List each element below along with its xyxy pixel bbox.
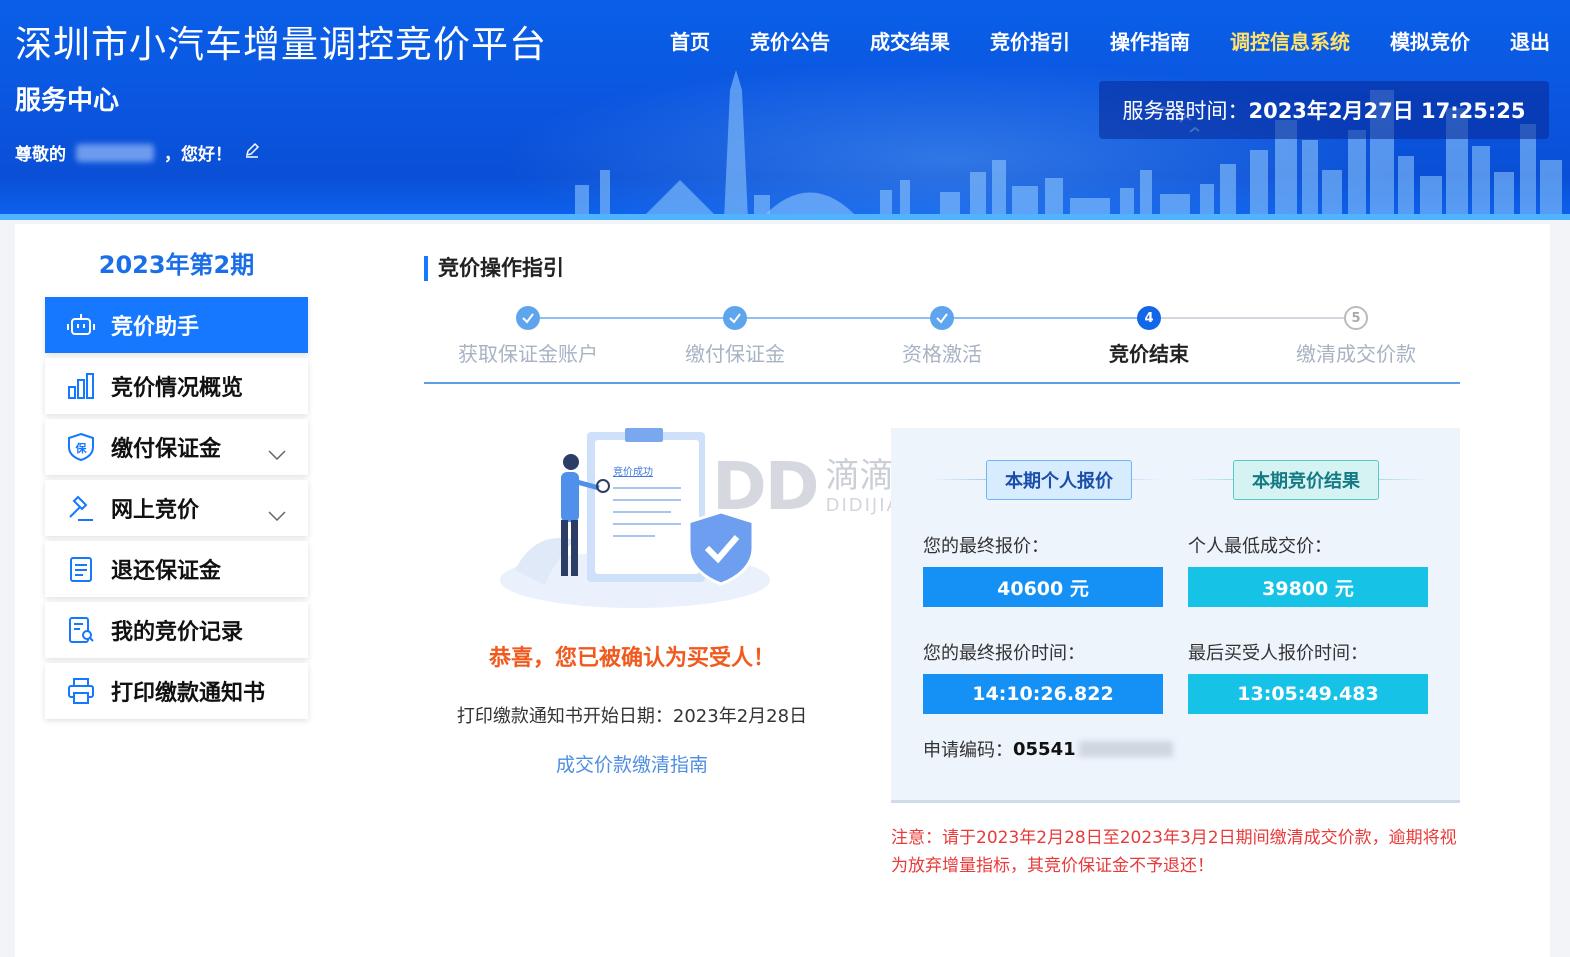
server-time-value: 2023年2月27日 17:25:25 bbox=[1248, 99, 1526, 123]
personal-bid-tag: 本期个人报价 bbox=[986, 460, 1132, 500]
sidebar-item-label: 退还保证金 bbox=[111, 559, 222, 584]
nav-deal-results[interactable]: 成交结果 bbox=[870, 26, 950, 55]
server-time-box: 服务器时间： 2023年2月27日 17:25:25 bbox=[1099, 81, 1549, 139]
result-panel: 本期个人报价 本期竞价结果 您的最终报价： 40600 元 个人最低成交价： 3… bbox=[891, 428, 1460, 803]
nav-logout[interactable]: 退出 bbox=[1510, 26, 1550, 55]
last-buyer-time-label: 最后买受人报价时间： bbox=[1188, 643, 1368, 664]
nav-auction-guide[interactable]: 竞价指引 bbox=[990, 26, 1070, 55]
lowest-price-label: 个人最低成交价： bbox=[1188, 536, 1332, 557]
nav-control-info-system[interactable]: 调控信息系统 bbox=[1230, 26, 1350, 55]
header-banner: 深圳市小汽车增量调控竞价平台 首页 竞价公告 成交结果 竞价指引 操作指南 调控… bbox=[0, 0, 1570, 220]
nav-simulated-auction[interactable]: 模拟竞价 bbox=[1390, 26, 1470, 55]
greeting-suffix: ，您好！ bbox=[164, 145, 232, 165]
edit-pencil-icon[interactable] bbox=[244, 142, 260, 163]
step-pay-deposit: 缴付保证金 bbox=[635, 306, 835, 367]
step-number: 4 bbox=[1137, 306, 1161, 330]
step-auction-ended: 4 竞价结束 bbox=[1049, 306, 1249, 367]
sidebar-item-pay-deposit[interactable]: 保 缴付保证金 bbox=[45, 419, 308, 475]
sidebar-item-label: 缴付保证金 bbox=[111, 437, 222, 462]
final-bid-label: 您的最终报价： bbox=[923, 536, 1049, 557]
gavel-icon bbox=[65, 492, 97, 524]
step-qualification-activation: 资格激活 bbox=[842, 306, 1042, 367]
service-center-title: 服务中心 bbox=[15, 86, 120, 116]
final-bid-time-label: 您的最终报价时间： bbox=[923, 643, 1085, 664]
svg-text:保: 保 bbox=[75, 441, 88, 455]
check-icon bbox=[516, 306, 540, 330]
step-label: 缴清成交价款 bbox=[1296, 342, 1416, 366]
shield-bao-icon: 保 bbox=[65, 431, 97, 463]
record-search-icon bbox=[65, 614, 97, 646]
sidebar-item-online-auction[interactable]: 网上竞价 bbox=[45, 480, 308, 536]
sidebar-item-refund-deposit[interactable]: 退还保证金 bbox=[45, 541, 308, 597]
application-code: 申请编码： 05541 bbox=[923, 736, 1173, 762]
step-label: 获取保证金账户 bbox=[458, 342, 598, 366]
sidebar-item-auction-overview[interactable]: 竞价情况概览 bbox=[45, 358, 308, 414]
illustration-caption: 竞价成功 bbox=[613, 465, 653, 478]
step-get-deposit-account: 获取保证金账户 bbox=[428, 306, 628, 367]
sidebar-item-label: 打印缴款通知书 bbox=[111, 681, 266, 706]
sidebar-item-label: 竞价助手 bbox=[111, 315, 200, 340]
greeting-prefix: 尊敬的 bbox=[15, 145, 66, 165]
username-redacted bbox=[76, 143, 154, 162]
app-code-label: 申请编码： bbox=[923, 740, 1013, 761]
nav-operation-manual[interactable]: 操作指南 bbox=[1110, 26, 1190, 55]
printer-icon bbox=[65, 675, 97, 707]
check-icon bbox=[723, 306, 747, 330]
final-bid-time-value: 14:10:26.822 bbox=[923, 674, 1163, 714]
period-title: 2023年第2期 bbox=[98, 251, 255, 279]
app-code-redacted bbox=[1078, 741, 1173, 757]
print-start-date: 打印缴款通知书开始日期：2023年2月28日 bbox=[456, 706, 808, 727]
congrats-message: 恭喜，您已被确认为买受人！ bbox=[488, 646, 775, 671]
last-buyer-time-value: 13:05:49.483 bbox=[1188, 674, 1428, 714]
chevron-down-icon[interactable] bbox=[268, 502, 286, 527]
site-title: 深圳市小汽车增量调控竞价平台 bbox=[15, 23, 547, 66]
watermark-dd: DD bbox=[712, 448, 820, 525]
auction-result-tag: 本期竞价结果 bbox=[1233, 460, 1379, 500]
top-nav: 首页 竞价公告 成交结果 竞价指引 操作指南 调控信息系统 模拟竞价 退出 bbox=[630, 26, 1550, 55]
server-time-label: 服务器时间： bbox=[1122, 99, 1249, 123]
lowest-price-value: 39800 元 bbox=[1188, 567, 1428, 607]
sidebar-item-label: 我的竞价记录 bbox=[111, 620, 244, 645]
step-label: 资格激活 bbox=[902, 342, 982, 366]
final-bid-value: 40600 元 bbox=[923, 567, 1163, 607]
section-title: 竞价操作指引 bbox=[424, 256, 564, 281]
step-pay-deal-price: 5 缴清成交价款 bbox=[1256, 306, 1456, 367]
bar-chart-icon bbox=[65, 370, 97, 402]
sidebar-item-auction-assistant[interactable]: 竞价助手 bbox=[45, 297, 308, 353]
app-code-value: 05541 bbox=[1013, 738, 1076, 760]
nav-auction-notice[interactable]: 竞价公告 bbox=[750, 26, 830, 55]
sidebar-item-label: 网上竞价 bbox=[111, 498, 200, 523]
step-label: 缴付保证金 bbox=[685, 342, 785, 366]
chevron-down-icon[interactable] bbox=[268, 441, 286, 466]
progress-steps: 获取保证金账户 缴付保证金 资格激活 4 竞价结束 5 缴清成交价款 bbox=[424, 300, 1460, 384]
sidebar-item-print-payment-notice[interactable]: 打印缴款通知书 bbox=[45, 663, 308, 719]
nav-home[interactable]: 首页 bbox=[670, 26, 710, 55]
sidebar-item-my-auction-records[interactable]: 我的竞价记录 bbox=[45, 602, 308, 658]
payment-guide-link[interactable]: 成交价款缴清指南 bbox=[424, 750, 840, 777]
user-greeting: 尊敬的 ，您好！ bbox=[15, 140, 260, 165]
step-label: 竞价结束 bbox=[1109, 342, 1189, 366]
step-number: 5 bbox=[1344, 306, 1368, 330]
header-divider bbox=[0, 214, 1570, 220]
payment-deadline-notice: 注意：请于2023年2月28日至2023年3月2日期间缴清成交价款，逾期将视为放… bbox=[891, 828, 1457, 876]
refund-doc-icon bbox=[65, 553, 97, 585]
sidebar-item-label: 竞价情况概览 bbox=[111, 376, 244, 401]
robot-icon bbox=[65, 309, 97, 341]
check-icon bbox=[930, 306, 954, 330]
sidebar-menu: 竞价助手 竞价情况概览 保 缴付保证金 网上竞价 退还保证金 我的竞价记录 打印… bbox=[45, 297, 308, 724]
